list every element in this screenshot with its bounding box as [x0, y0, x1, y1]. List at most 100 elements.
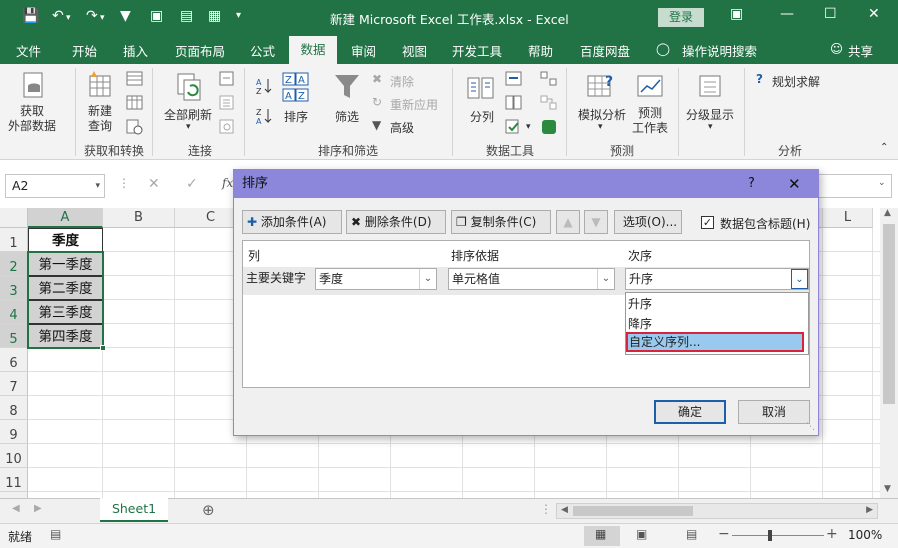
- ribbon-display-icon[interactable]: ▣: [730, 6, 743, 22]
- clear-button[interactable]: 清除: [390, 73, 414, 90]
- vertical-scroll-thumb[interactable]: [883, 224, 895, 404]
- horizontal-scroll-thumb[interactable]: [573, 506, 693, 516]
- from-table-icon[interactable]: [126, 94, 144, 112]
- save-icon[interactable]: 💾: [22, 8, 39, 24]
- tell-me-search[interactable]: 操作说明搜索: [682, 41, 757, 60]
- consolidate-icon[interactable]: [540, 70, 558, 88]
- connections-icon[interactable]: [218, 70, 236, 88]
- what-if-analysis-button[interactable]: 模拟分析: [578, 106, 626, 123]
- relationships-icon[interactable]: [540, 94, 558, 112]
- undo-icon[interactable]: ↶: [52, 8, 64, 24]
- share-button[interactable]: 共享: [848, 41, 873, 60]
- undo-dropdown-icon[interactable]: ▾: [66, 13, 71, 23]
- insert-function-icon[interactable]: fx: [222, 176, 233, 190]
- scroll-down-icon[interactable]: ▼: [884, 484, 891, 494]
- tab-view[interactable]: 视图: [402, 41, 427, 60]
- tab-page-layout[interactable]: 页面布局: [175, 41, 225, 60]
- add-sheet-icon[interactable]: ⊕: [202, 501, 215, 519]
- customize-qat-icon[interactable]: ▾: [236, 10, 241, 21]
- normal-view-button[interactable]: ▦: [584, 526, 620, 546]
- scroll-up-icon[interactable]: ▲: [884, 208, 891, 218]
- maximize-icon[interactable]: ☐: [824, 6, 837, 22]
- sort-z-a-icon[interactable]: ZA: [254, 106, 274, 126]
- cancel-button[interactable]: 取消: [738, 400, 810, 424]
- refresh-all-button[interactable]: 全部刷新: [164, 106, 212, 123]
- row-header-5[interactable]: 5: [0, 324, 28, 348]
- forecast-sheet-button[interactable]: 预测 工作表: [632, 106, 668, 136]
- row-header-7[interactable]: 7: [0, 372, 28, 396]
- dialog-close-icon[interactable]: ✕: [788, 170, 801, 198]
- advanced-button[interactable]: 高级: [390, 119, 414, 136]
- add-condition-button[interactable]: ✚ 添加条件(A): [242, 210, 342, 234]
- column-header-a[interactable]: A: [28, 208, 103, 228]
- tab-split-handle-icon[interactable]: ⋮: [540, 502, 552, 516]
- row-header-4[interactable]: 4: [0, 300, 28, 324]
- row-header-9[interactable]: 9: [0, 420, 28, 444]
- show-queries-icon[interactable]: [126, 70, 144, 88]
- move-down-button[interactable]: ▼: [584, 210, 608, 234]
- sheet-tab-sheet1[interactable]: Sheet1: [100, 498, 168, 522]
- tab-help[interactable]: 帮助: [528, 41, 553, 60]
- copy-condition-button[interactable]: ❐ 复制条件(C): [451, 210, 551, 234]
- delete-condition-button[interactable]: ✖ 删除条件(D): [346, 210, 446, 234]
- fill-handle[interactable]: [100, 345, 106, 351]
- edit-links-icon[interactable]: [218, 118, 236, 136]
- column-select-dropdown-icon[interactable]: ⌄: [419, 269, 436, 289]
- order-option-ascending[interactable]: 升序: [628, 295, 652, 312]
- move-up-button[interactable]: ▲: [556, 210, 580, 234]
- confirm-entry-icon[interactable]: ✓: [186, 176, 198, 192]
- data-validation-icon[interactable]: [505, 118, 523, 136]
- order-option-descending[interactable]: 降序: [628, 315, 652, 332]
- collapse-ribbon-icon[interactable]: ⌃: [880, 142, 888, 153]
- sort-button[interactable]: 排序: [284, 108, 308, 125]
- filter-button[interactable]: 筛选: [335, 108, 359, 125]
- row-header-2[interactable]: 2: [0, 252, 28, 276]
- tab-developer[interactable]: 开发工具: [452, 41, 502, 60]
- flash-fill-icon[interactable]: [505, 70, 523, 88]
- pivot-icon[interactable]: ▦: [208, 8, 221, 24]
- column-header-l[interactable]: L: [823, 208, 873, 228]
- vertical-scrollbar[interactable]: ▲ ▼: [880, 208, 898, 498]
- column-select[interactable]: 季度 ⌄: [315, 268, 437, 290]
- properties-icon[interactable]: [218, 94, 236, 112]
- row-header-11[interactable]: 11: [0, 468, 28, 492]
- scroll-right-icon[interactable]: ▶: [866, 505, 873, 515]
- sort-on-select[interactable]: 单元格值 ⌄: [448, 268, 615, 290]
- camera-icon[interactable]: ▣: [150, 8, 163, 24]
- recent-sources-icon[interactable]: [126, 118, 144, 136]
- sort-on-select-dropdown-icon[interactable]: ⌄: [597, 269, 614, 289]
- zoom-slider-thumb[interactable]: [768, 530, 772, 541]
- refresh-dropdown-icon[interactable]: ▾: [186, 122, 191, 132]
- tab-review[interactable]: 审阅: [351, 41, 376, 60]
- macro-record-icon[interactable]: ▤: [50, 527, 61, 541]
- tab-baidu-netdisk[interactable]: 百度网盘: [580, 41, 630, 60]
- get-external-data-button[interactable]: 获取 外部数据: [8, 104, 56, 134]
- horizontal-scrollbar[interactable]: ◀ ▶: [556, 503, 878, 519]
- order-option-custom-list[interactable]: 自定义序列...: [626, 332, 804, 352]
- data-validation-dropdown-icon[interactable]: ▾: [526, 122, 531, 132]
- redo-icon[interactable]: ↷: [86, 8, 98, 24]
- tab-home[interactable]: 开始: [72, 41, 97, 60]
- new-query-button[interactable]: 新建 查询: [88, 104, 112, 134]
- resize-grip-icon[interactable]: ⋱: [806, 422, 815, 432]
- has-headers-checkbox[interactable]: ✓: [701, 216, 714, 229]
- row-header-8[interactable]: 8: [0, 396, 28, 420]
- what-if-dropdown-icon[interactable]: ▾: [598, 122, 603, 132]
- options-button[interactable]: 选项(O)...: [614, 210, 682, 234]
- zoom-out-icon[interactable]: −: [718, 526, 730, 542]
- select-all-corner[interactable]: [0, 208, 28, 228]
- zoom-level[interactable]: 100%: [848, 528, 882, 542]
- close-icon[interactable]: ✕: [868, 6, 880, 22]
- filter-icon[interactable]: ▼: [120, 8, 131, 24]
- zoom-in-icon[interactable]: +: [826, 526, 838, 542]
- cancel-entry-icon[interactable]: ✕: [148, 176, 160, 192]
- zoom-slider[interactable]: [732, 535, 824, 536]
- reapply-button[interactable]: 重新应用: [390, 96, 438, 113]
- help-button[interactable]: ?: [748, 170, 755, 198]
- tab-insert[interactable]: 插入: [123, 41, 148, 60]
- order-select[interactable]: 升序 ⌄: [625, 268, 809, 290]
- page-break-view-icon[interactable]: ▤: [686, 527, 697, 541]
- row-header-1[interactable]: 1: [0, 228, 28, 252]
- outline-button[interactable]: 分级显示: [686, 106, 734, 123]
- row-header-10[interactable]: 10: [0, 444, 28, 468]
